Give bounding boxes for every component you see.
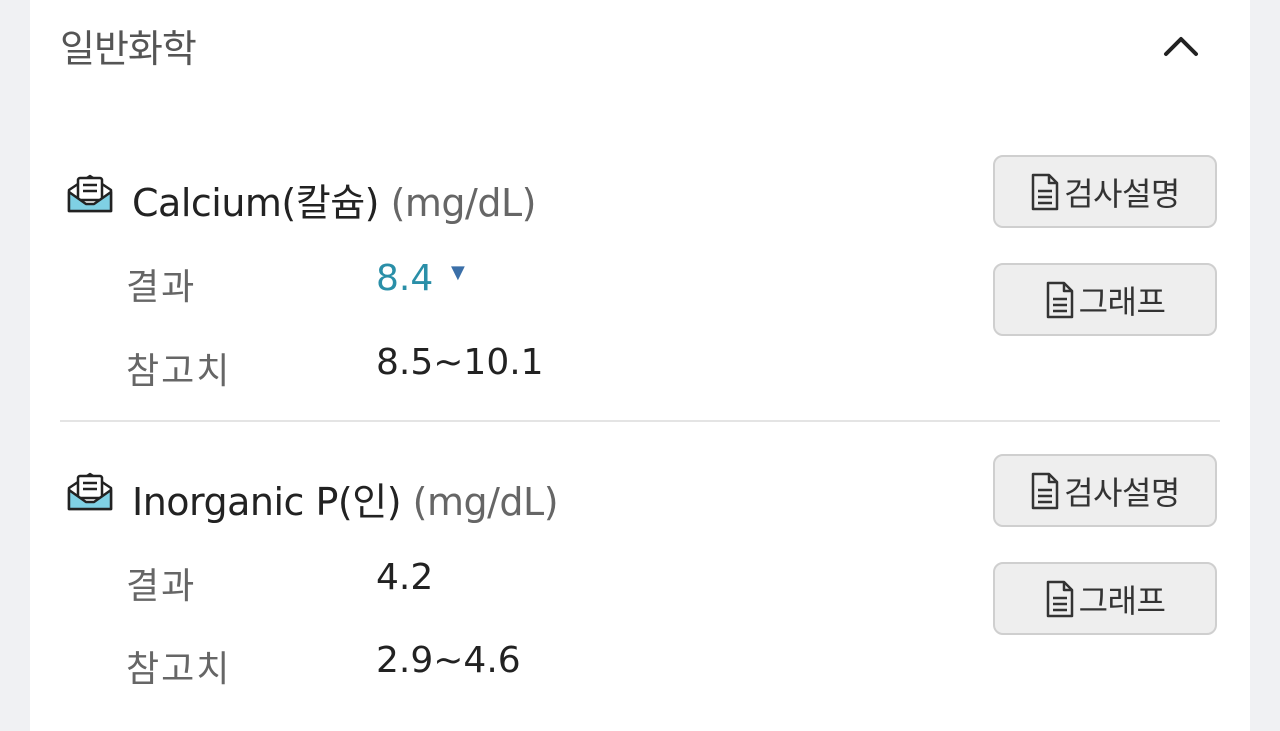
result-value: 4.2 xyxy=(376,557,434,598)
envelope-open-icon xyxy=(66,470,114,512)
explain-button-label: 검사설명 xyxy=(1064,473,1180,512)
graph-button[interactable]: 그래프 xyxy=(993,562,1217,635)
test-name: Calcium(칼슘) (mg/dL) xyxy=(132,172,536,227)
explain-button[interactable]: 검사설명 xyxy=(993,155,1217,228)
document-icon xyxy=(1031,173,1059,210)
lab-results-card: 일반화학 Calcium(칼슘) (mg/dL) 결과 8.4 ▼ 참고치 8.… xyxy=(30,0,1250,731)
test-name: Inorganic P(인) (mg/dL) xyxy=(132,471,559,526)
divider xyxy=(60,420,1220,422)
reference-value: 2.9~4.6 xyxy=(376,640,521,681)
reference-label: 참고치 xyxy=(126,351,232,392)
graph-button[interactable]: 그래프 xyxy=(993,263,1217,336)
test-name-text: Inorganic P(인) xyxy=(132,480,402,524)
graph-button-label: 그래프 xyxy=(1078,282,1166,321)
low-flag-icon: ▼ xyxy=(451,262,465,283)
section-header[interactable]: 일반화학 xyxy=(30,0,1250,90)
envelope-open-icon xyxy=(66,172,114,214)
result-value: 8.4 xyxy=(376,258,434,299)
reference-label: 참고치 xyxy=(126,649,232,690)
test-unit: (mg/dL) xyxy=(412,480,559,524)
document-icon xyxy=(1046,580,1073,617)
reference-value: 8.5~10.1 xyxy=(376,342,544,383)
explain-button[interactable]: 검사설명 xyxy=(993,454,1217,527)
explain-button-label: 검사설명 xyxy=(1064,174,1180,213)
document-icon xyxy=(1046,281,1073,318)
section-title: 일반화학 xyxy=(60,27,197,71)
test-unit: (mg/dL) xyxy=(390,181,537,225)
test-name-text: Calcium(칼슘) xyxy=(132,181,380,225)
result-label: 결과 xyxy=(126,267,197,308)
chevron-up-icon[interactable] xyxy=(1158,28,1204,64)
result-label: 결과 xyxy=(126,566,197,607)
graph-button-label: 그래프 xyxy=(1078,581,1166,620)
document-icon xyxy=(1031,472,1059,509)
